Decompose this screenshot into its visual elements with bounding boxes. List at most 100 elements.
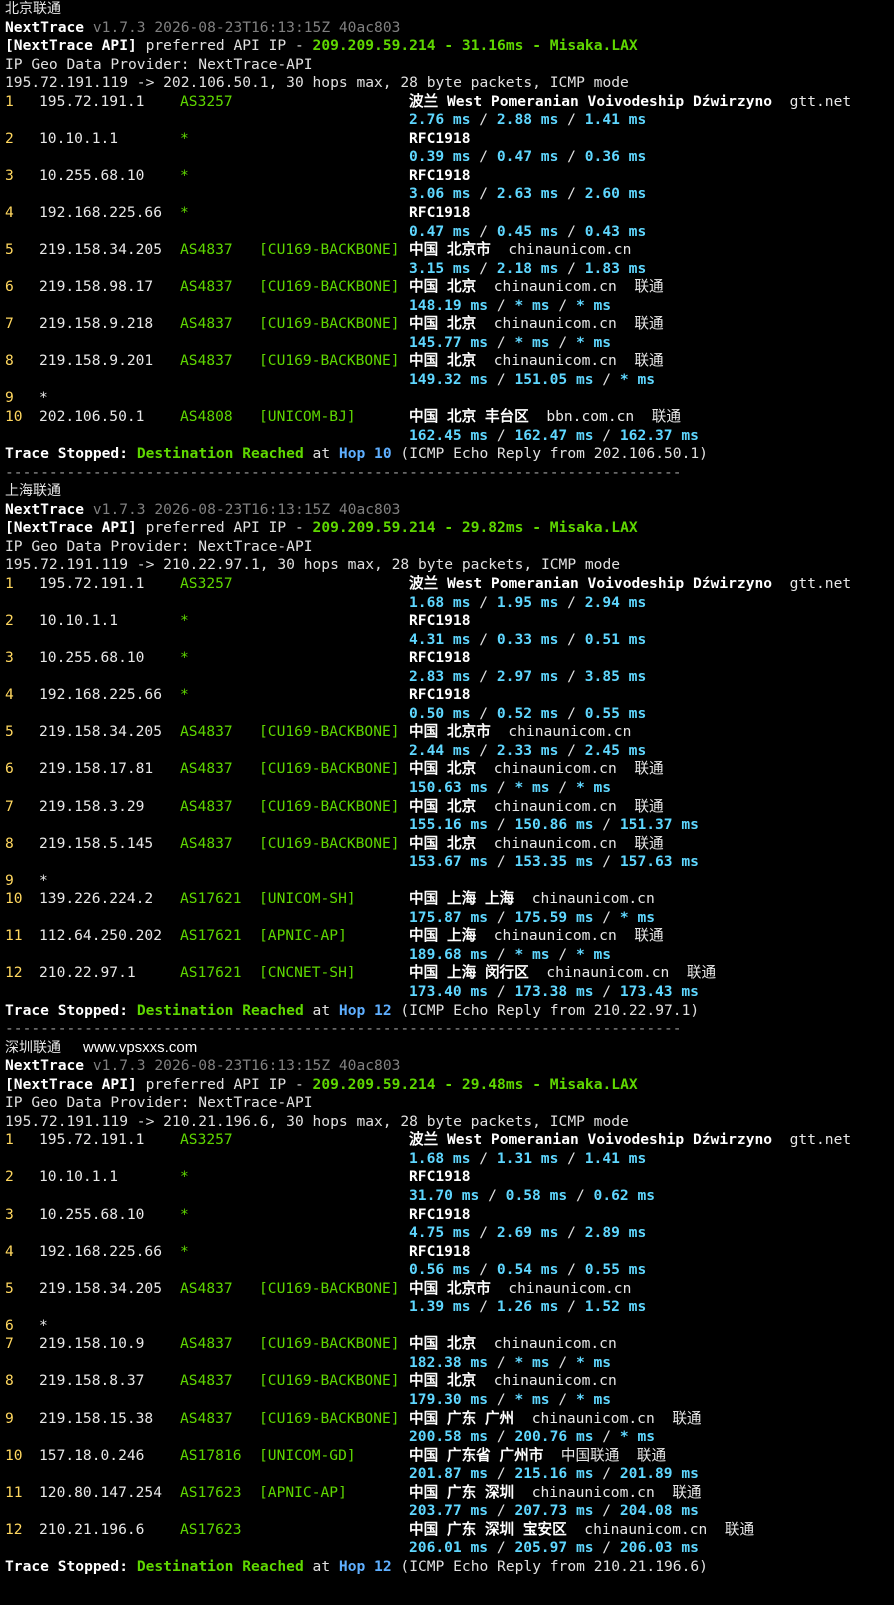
hop-rtt: 201.87 ms / 215.16 ms / 201.89 ms [409,1465,699,1484]
rtt-separator: / [488,1465,515,1483]
hop-rtt-row: 182.38 ms / * ms / * ms [5,1354,894,1373]
rtt-value: 1.68 ms [409,1149,471,1167]
hop-asn: AS4808 [180,408,233,426]
hop-tag: [CU169-BACKBONE] [259,352,400,370]
rtt-value: * ms [514,945,550,963]
hop-rtt-row: 2.83 ms / 2.97 ms / 3.85 ms [5,668,894,687]
rtt-value: 151.05 ms [514,370,594,388]
rtt-value: 2.44 ms [409,741,471,759]
hop-ip: 10.10.1.1 [39,612,119,630]
hop-tag: [APNIC-AP] [259,927,347,945]
version-info: v1.7.3 2026-08-23T16:13:15Z 40ac803 [92,500,401,518]
hop-isp: 联通 [651,408,681,426]
hop-row: 10 157.18.0.246 AS17816 [UNICOM-GD] 中国 广东省 广… [5,1447,894,1466]
hop-ip: 210.21.196.6 [39,1520,145,1538]
hop-number: 5 [5,1279,14,1297]
api-dash: - [523,37,550,55]
rtt-separator: / [470,222,497,240]
hop-ip: 219.158.10.9 [39,1335,145,1353]
hop-ip: 10.10.1.1 [39,129,119,147]
rtt-value: 2.89 ms [584,1224,647,1242]
rtt-value: 4.75 ms [409,1224,471,1242]
hop-geo-location: 中国 北京 [409,278,477,296]
rtt-separator: / [470,630,497,648]
trace-header: 195.72.191.119 -> 210.22.97.1, 30 hops m… [5,556,621,574]
hop-geo-location: 中国 北京 [409,1335,477,1353]
rtt-separator: / [558,259,585,277]
rtt-separator: / [470,1224,497,1242]
hop-ip: 195.72.191.1 [39,574,145,592]
hop-geo: 中国 北京 chinaunicom.cn 联通 [409,278,664,297]
hop-rtt: 145.77 ms / * ms / * ms [409,334,611,353]
rtt-separator: / [593,908,620,926]
hop-geo: 中国 北京 丰台区 bbn.com.cn 联通 [409,408,681,427]
hop-ip: 219.158.34.205 [39,1279,163,1297]
rtt-value: 162.37 ms [619,426,699,444]
hop-tag: [UNICOM-BJ] [259,408,356,426]
hop-ip: 210.22.97.1 [39,964,136,982]
hop-rtt: 155.16 ms / 150.86 ms / 151.37 ms [409,816,699,835]
stop-detail: (ICMP Echo Reply from 210.22.97.1) [391,1001,700,1019]
rtt-value: 0.36 ms [584,148,647,166]
rtt-separator: / [558,593,585,611]
rtt-value: * ms [514,778,550,796]
rtt-separator: / [488,982,515,1000]
rtt-value: 2.33 ms [496,741,559,759]
rtt-separator: / [488,370,515,388]
rtt-value: 189.68 ms [409,945,489,963]
hop-isp: 联通 [686,964,717,982]
hop-number: 11 [5,927,23,945]
rtt-value: 149.32 ms [409,370,489,388]
hop-tag: [CU169-BACKBONE] [259,1335,400,1353]
hop-rtt-row: 0.39 ms / 0.47 ms / 0.36 ms [5,148,894,167]
hop-number: 5 [5,723,14,741]
hop-geo: 中国 广东 深圳 宝安区 chinaunicom.cn 联通 [409,1521,754,1540]
rtt-value: 2.76 ms [409,111,471,129]
section-title-line: 上海联通 [5,482,894,501]
hop-asn: * [180,1205,189,1223]
rtt-separator: / [488,296,515,314]
hop-rtt: 179.30 ms / * ms / * ms [409,1391,611,1410]
hop-isp: 联通 [636,1446,667,1464]
hop-ip: 219.158.9.201 [39,352,154,370]
section-title: 北京联通 [5,1,61,17]
hop-isp: 联通 [634,352,664,370]
hop-domain: 中国联通 [560,1446,620,1464]
rtt-separator: / [593,1428,620,1446]
rtt-value: 145.77 ms [409,333,489,351]
hop-rtt-row: 149.32 ms / 151.05 ms / * ms [5,371,894,390]
hop-ip: 202.106.50.1 [39,408,145,426]
hop-row: 9 * [5,389,894,408]
rtt-separator: / [593,853,620,871]
rtt-value: 1.52 ms [584,1298,647,1316]
rtt-value: 182.38 ms [409,1353,489,1371]
hop-row: 8 219.158.8.37 AS4837 [CU169-BACKBONE] 中国 北京… [5,1372,894,1391]
hop-asn: AS3257 [180,1131,233,1149]
hop-ip: 219.158.15.38 [39,1409,154,1427]
hop-asn: AS17623 [180,1520,242,1538]
hop-row: 4 192.168.225.66 * RFC1918 [5,204,894,223]
version-info: v1.7.3 2026-08-23T16:13:15Z 40ac803 [92,18,401,36]
hop-geo-location: 中国 上海 [409,927,477,945]
hop-ip: * [39,389,48,407]
hop-rtt: 189.68 ms / * ms / * ms [409,946,611,965]
rtt-value: 3.06 ms [409,185,471,203]
hop-row: 12 210.21.196.6 AS17623 中国 广东 深圳 宝安区 chinau… [5,1521,894,1540]
hop-geo: RFC1918 [409,130,471,149]
rtt-value: 0.62 ms [593,1187,656,1204]
rtt-value: * ms [619,370,656,388]
hop-geo-location: RFC1918 [409,166,471,184]
rtt-separator: / [470,704,497,722]
rtt-value: 1.68 ms [409,593,471,611]
api-latency: 31.16ms [461,37,524,55]
section-title-line: 北京联通 [5,0,894,19]
hop-asn: AS4837 [180,352,233,370]
api-latency: 29.48ms [461,1075,524,1093]
hop-rtt: 182.38 ms / * ms / * ms [409,1354,611,1373]
hop-rtt: 0.50 ms / 0.52 ms / 0.55 ms [409,705,646,724]
hop-row: 10 202.106.50.1 AS4808 [UNICOM-BJ] 中国 北京 丰台区… [5,408,894,427]
rtt-value: 173.38 ms [514,982,594,1000]
hop-rtt: 2.76 ms / 2.88 ms / 1.41 ms [409,111,646,130]
rtt-separator: / [488,945,515,963]
hop-geo: 中国 北京 chinaunicom.cn [409,1372,617,1391]
